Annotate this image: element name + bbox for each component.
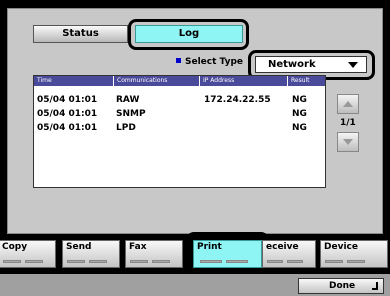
indicator-pad	[347, 260, 365, 263]
indicator-pad	[3, 260, 21, 263]
indicator-pad	[200, 260, 222, 263]
tab-device-label: Device	[324, 242, 358, 252]
dropdown-value: Network	[268, 59, 316, 70]
indicator-pad	[67, 260, 85, 263]
table-row[interactable]: 05/04 01:01 RAW 172.24.22.55 NG	[34, 94, 325, 107]
enter-icon	[372, 282, 378, 290]
indicator-pad	[267, 260, 283, 263]
tab-receive-label: eceive	[266, 242, 299, 252]
indicator-pad	[287, 260, 303, 263]
arrow-down-icon	[343, 139, 353, 145]
select-type-text: Select Type	[185, 57, 244, 67]
cell-ip-address: 172.24.22.55	[204, 95, 271, 105]
tab-send[interactable]: Send	[62, 240, 120, 268]
column-header-result: Result	[291, 77, 310, 84]
tab-print-label: Print	[197, 242, 222, 252]
tab-log[interactable]: Log	[135, 25, 243, 43]
list-header: Time Communications IP Address Result	[34, 76, 325, 86]
column-header-ip-address: IP Address	[200, 76, 288, 86]
cell-time: 05/04 01:01	[37, 123, 98, 133]
cell-result: NG	[292, 109, 307, 119]
select-type-dropdown[interactable]: Network	[255, 56, 367, 73]
scroll-down-button[interactable]	[337, 132, 359, 152]
cell-time: 05/04 01:01	[37, 95, 98, 105]
tab-fax[interactable]: Fax	[125, 240, 183, 268]
arrow-up-icon	[343, 101, 353, 107]
column-header-communications: Communications	[114, 76, 200, 86]
cell-result: NG	[292, 123, 307, 133]
tab-copy-label: Copy	[2, 242, 28, 252]
indicator-pad	[152, 260, 170, 263]
select-type-label: Select Type	[176, 57, 243, 67]
page-indicator: 1/1	[340, 118, 356, 128]
tab-print[interactable]: Print	[193, 240, 262, 268]
table-row[interactable]: 05/04 01:01 LPD NG	[34, 122, 325, 135]
tab-copy[interactable]: Copy	[0, 240, 56, 268]
screen: Status Log Select Type Network Time Comm…	[0, 0, 390, 296]
tab-device[interactable]: Device	[320, 240, 388, 268]
log-list: Time Communications IP Address Result 05…	[33, 75, 326, 188]
cell-communications: LPD	[116, 123, 136, 133]
done-button[interactable]: Done	[298, 278, 384, 294]
indicator-pad	[89, 260, 107, 263]
cell-result: NG	[292, 95, 307, 105]
cell-time: 05/04 01:01	[37, 109, 98, 119]
scroll-up-button[interactable]	[337, 94, 359, 114]
bullet-icon	[176, 58, 181, 63]
column-header-time: Time	[34, 76, 114, 86]
indicator-pad	[25, 260, 43, 263]
table-row[interactable]: 05/04 01:01 SNMP NG	[34, 108, 325, 121]
indicator-pad	[226, 260, 248, 263]
cell-communications: SNMP	[116, 109, 146, 119]
tab-send-label: Send	[66, 242, 92, 252]
tab-receive[interactable]: eceive	[262, 240, 316, 268]
done-label: Done	[329, 281, 356, 291]
chevron-down-icon	[348, 62, 358, 68]
indicator-pad	[130, 260, 148, 263]
indicator-pad	[325, 260, 343, 263]
tab-fax-label: Fax	[129, 242, 147, 252]
cell-communications: RAW	[116, 95, 140, 105]
tab-status[interactable]: Status	[33, 25, 128, 43]
